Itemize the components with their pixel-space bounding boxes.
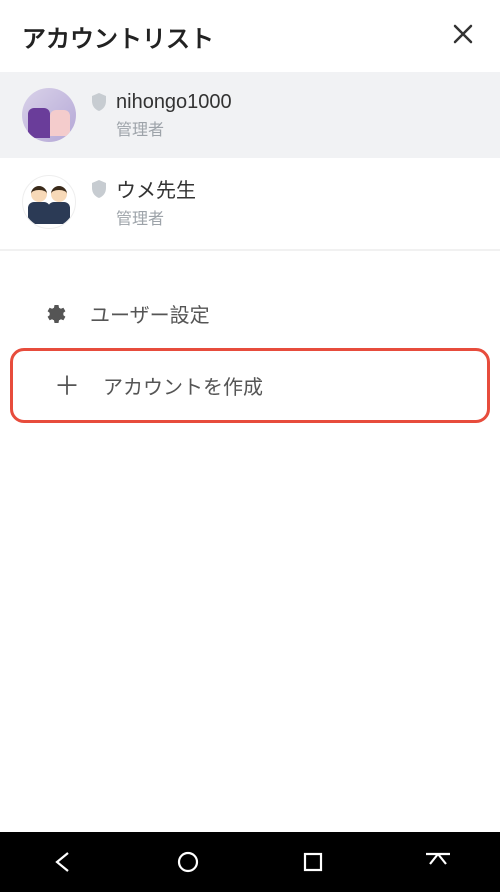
ime-button[interactable] <box>408 842 468 882</box>
account-info: ウメ先生 管理者 <box>90 174 196 229</box>
account-role: 管理者 <box>116 116 232 140</box>
recent-button[interactable] <box>283 842 343 882</box>
gear-icon <box>42 302 66 326</box>
menu-label: ユーザー設定 <box>90 299 210 328</box>
menu-label: アカウントを作成 <box>103 371 263 400</box>
account-info: nihongo1000 管理者 <box>90 91 232 140</box>
create-account-item[interactable]: ＋ アカウントを作成 <box>13 351 487 420</box>
account-item[interactable]: nihongo1000 管理者 <box>0 72 500 158</box>
account-role: 管理者 <box>116 205 196 229</box>
plus-icon: ＋ <box>55 374 79 398</box>
home-button[interactable] <box>158 842 218 882</box>
avatar <box>22 175 76 229</box>
account-name: nihongo1000 <box>116 91 232 114</box>
user-settings-item[interactable]: ユーザー設定 <box>0 279 500 348</box>
shield-icon <box>90 92 108 112</box>
highlight-annotation: ＋ アカウントを作成 <box>10 348 490 423</box>
menu-section: ユーザー設定 ＋ アカウントを作成 <box>0 251 500 423</box>
shield-icon <box>90 179 108 199</box>
close-button[interactable] <box>448 18 478 54</box>
back-button[interactable] <box>33 842 93 882</box>
account-name: ウメ先生 <box>116 174 196 203</box>
account-item[interactable]: ウメ先生 管理者 <box>0 158 500 245</box>
android-nav-bar <box>0 832 500 892</box>
close-icon <box>452 20 474 51</box>
page-title: アカウントリスト <box>22 19 214 54</box>
account-list: nihongo1000 管理者 ウメ先生 管理者 <box>0 72 500 245</box>
avatar <box>22 88 76 142</box>
header: アカウントリスト <box>0 0 500 72</box>
